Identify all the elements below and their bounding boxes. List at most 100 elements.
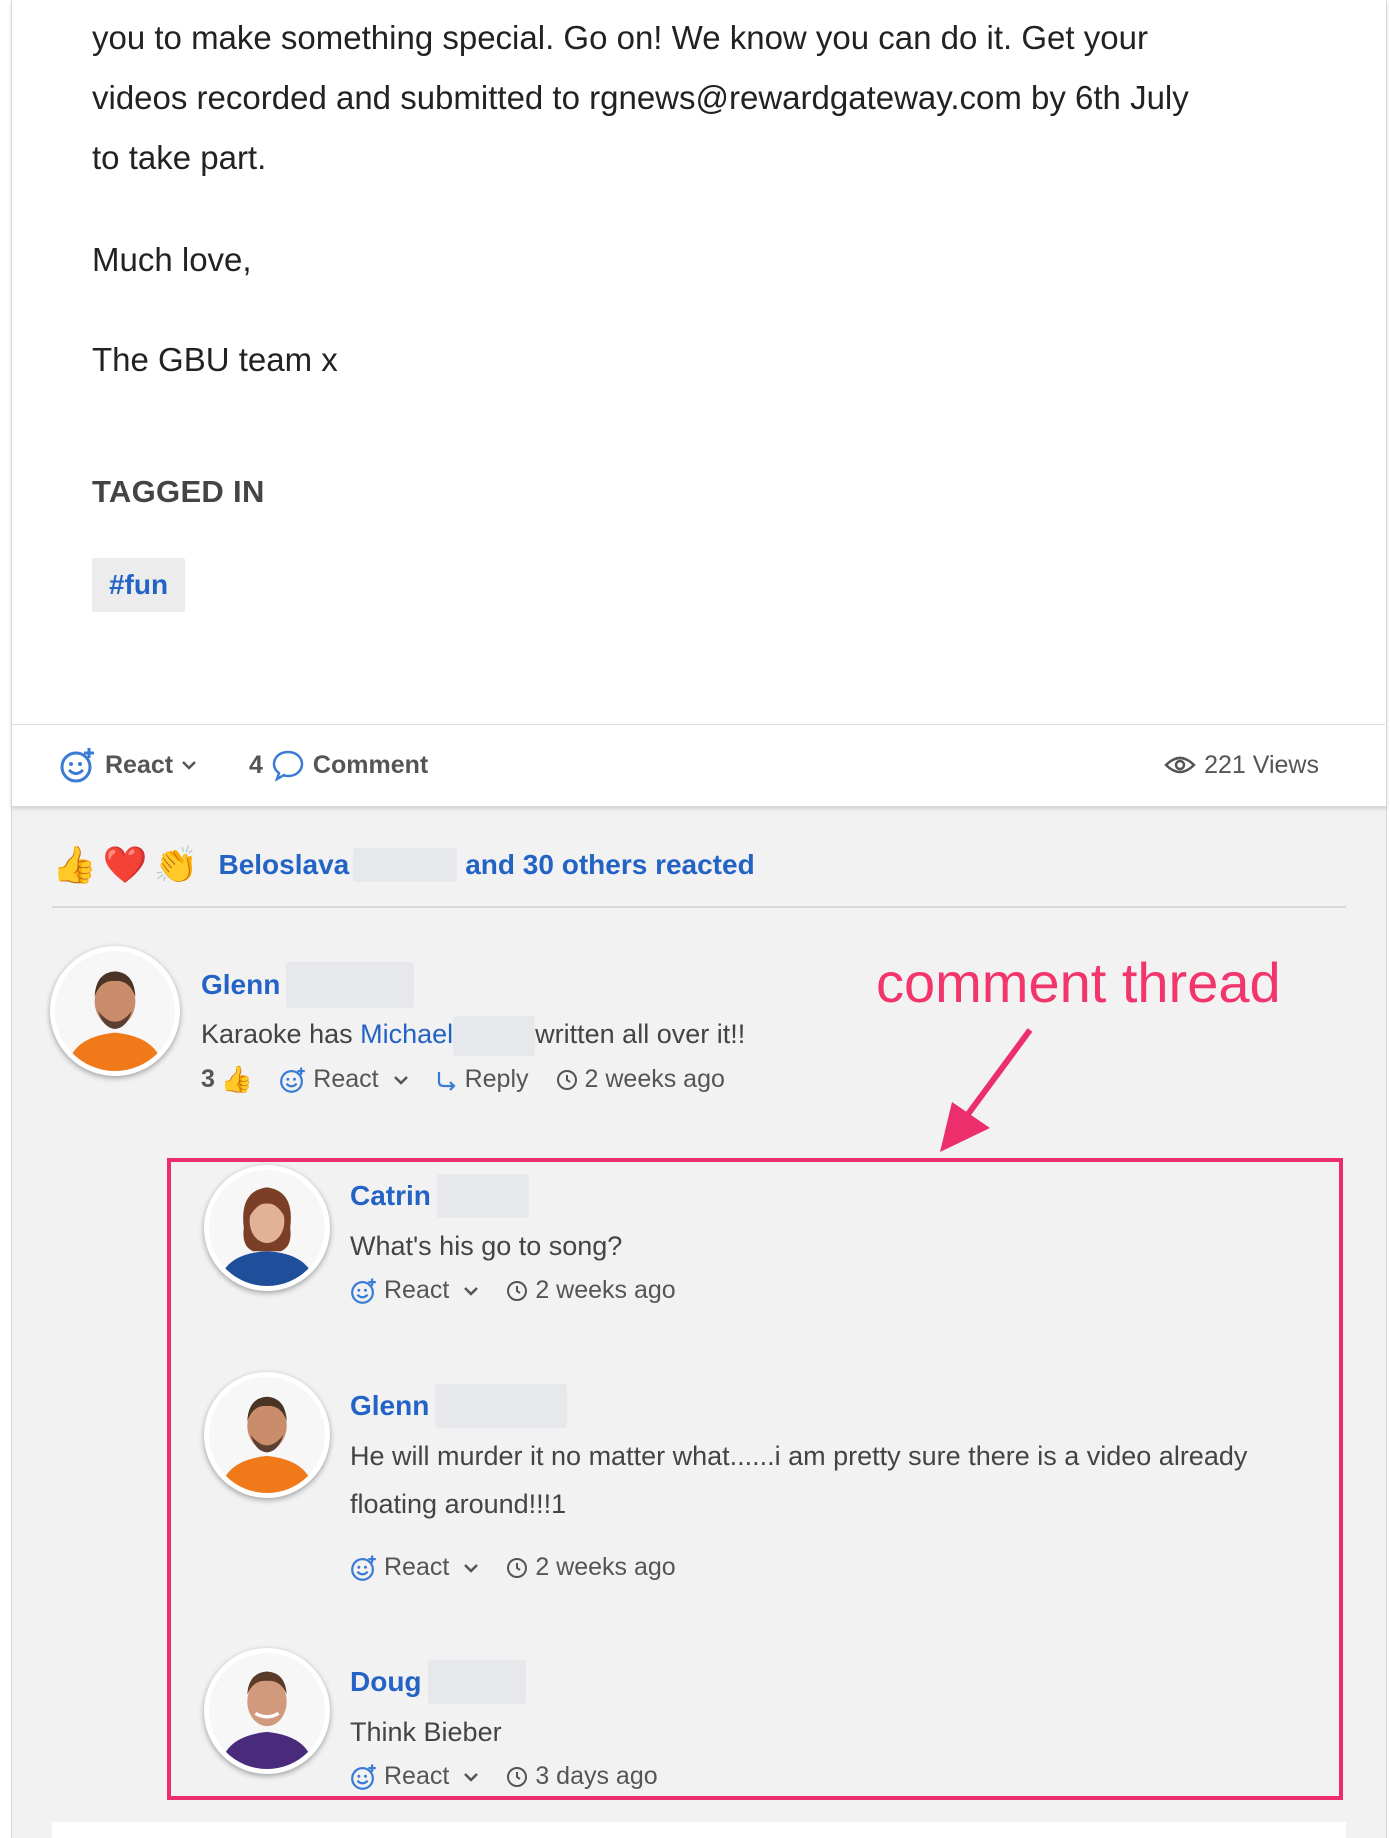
comment-text: Karaoke has Michael written all over it!! (201, 1010, 745, 1058)
post-line: videos recorded and submitted to rgnews@… (92, 79, 1189, 116)
reactions-others-link[interactable]: and 30 others reacted (465, 849, 754, 881)
like-count-value: 3 (201, 1065, 215, 1093)
redacted-surname (453, 1015, 536, 1056)
author-name[interactable]: Glenn (350, 1390, 429, 1422)
reply-button[interactable]: Reply (435, 1065, 529, 1094)
react-label: React (384, 1553, 450, 1581)
comment-text: He will murder it no matter what......i … (350, 1432, 1325, 1528)
avatar[interactable] (204, 1372, 330, 1498)
avatar-photo-blue-shirt (209, 1170, 325, 1286)
thumbs-up-icon: 👍 (52, 844, 97, 885)
comment-react-button[interactable]: React (350, 1762, 479, 1791)
comment-timestamp: 2 weeks ago (505, 1276, 676, 1305)
tag-chip[interactable]: #fun (92, 558, 185, 612)
comment-text-part: Karaoke has (201, 1019, 361, 1049)
redacted-surname (353, 848, 458, 882)
post-line: to take part. (92, 139, 267, 176)
comment-text-line: What's his go to song? (350, 1231, 623, 1261)
post-signoff-team: The GBU team x (92, 341, 338, 378)
comment-bubble-icon (272, 750, 304, 782)
clock-icon (556, 1069, 577, 1090)
post-signoff: Much love, (92, 241, 252, 278)
redacted-surname (436, 1174, 529, 1218)
reaction-summary[interactable]: 👍 ❤️ 👏 Beloslava and 30 others reacted (52, 840, 755, 890)
comment-count: 4 (249, 750, 263, 779)
comment-author[interactable]: Glenn (201, 962, 415, 1008)
comment-text-line: Think Bieber (350, 1717, 502, 1747)
react-label: React (313, 1065, 379, 1093)
comment-react-button[interactable]: React (350, 1276, 479, 1305)
react-smiley-icon (351, 1763, 376, 1790)
reply-label: Reply (464, 1065, 529, 1093)
next-card-edge (52, 1822, 1346, 1838)
react-label: React (384, 1762, 450, 1790)
annotation-label: comment thread (876, 951, 1281, 1014)
comment-label: Comment (312, 750, 429, 779)
comment-meta: 3 👍 React Reply 2 weeks ago (201, 1064, 751, 1095)
comment-text: Think Bieber (350, 1708, 502, 1756)
annotation-arrow-icon (940, 1028, 1033, 1152)
post-body: you to make something special. Go on! We… (92, 8, 1322, 378)
like-count[interactable]: 3 👍 (201, 1064, 253, 1095)
comment-author[interactable]: Doug (350, 1660, 526, 1704)
chevron-down-icon (464, 1772, 479, 1782)
comment-react-button[interactable]: React (350, 1553, 479, 1582)
comment-timestamp: 2 weeks ago (505, 1553, 676, 1582)
comment-meta: React 2 weeks ago (350, 1553, 702, 1582)
mention-link[interactable]: Michael (360, 1019, 453, 1049)
comment-meta: React 2 weeks ago (350, 1276, 702, 1305)
reply-arrow-icon (437, 1071, 456, 1091)
comment-author[interactable]: Glenn (350, 1384, 568, 1428)
react-button[interactable]: React (59, 725, 205, 805)
author-name[interactable]: Catrin (350, 1180, 431, 1212)
chevron-down-icon (393, 1075, 408, 1085)
comment-meta: React 3 days ago (350, 1762, 684, 1791)
comment-text-line: He will murder it no matter what......i … (350, 1441, 1248, 1471)
react-smiley-icon (280, 1066, 306, 1093)
clock-icon (507, 1766, 528, 1787)
post-line: you to make something special. Go on! We… (92, 19, 1148, 56)
comment-timestamp: 2 weeks ago (555, 1065, 725, 1094)
chevron-down-icon (182, 761, 196, 770)
avatar-photo-orange-shirt (209, 1377, 325, 1493)
avatar[interactable] (204, 1165, 330, 1291)
clapping-icon: 👏 (153, 844, 199, 885)
timestamp-label: 3 days ago (535, 1762, 658, 1790)
react-smiley-icon (351, 1554, 376, 1581)
avatar[interactable] (50, 946, 180, 1076)
thumbs-up-icon: 👍 (220, 1064, 254, 1094)
react-label: React (105, 750, 174, 779)
timestamp-label: 2 weeks ago (584, 1065, 725, 1093)
avatar-photo-purple-shirt (209, 1653, 325, 1769)
clock-icon (507, 1557, 528, 1578)
tagged-in-heading: TAGGED IN (92, 474, 265, 509)
redacted-surname (427, 1660, 526, 1704)
views-count: 221 Views (1164, 725, 1319, 805)
clock-icon (507, 1280, 528, 1301)
avatar-photo-orange-shirt (55, 951, 175, 1071)
comment-text: What's his go to song? (350, 1222, 622, 1270)
eye-icon (1164, 756, 1196, 774)
avatar[interactable] (204, 1648, 330, 1774)
react-smiley-icon (60, 748, 94, 783)
comment-react-button[interactable]: React (279, 1065, 408, 1094)
redacted-surname (435, 1384, 568, 1428)
chevron-down-icon (464, 1286, 479, 1296)
timestamp-label: 2 weeks ago (535, 1276, 676, 1304)
react-smiley-icon (351, 1277, 376, 1304)
post-action-bar: React 4 Comment 221 Views (11, 725, 1385, 805)
redacted-surname (286, 962, 415, 1008)
author-name[interactable]: Glenn (201, 969, 280, 1001)
heart-icon: ❤️ (102, 844, 148, 885)
comment-author[interactable]: Catrin (350, 1174, 529, 1218)
timestamp-label: 2 weeks ago (535, 1553, 676, 1581)
reactor-name-link[interactable]: Beloslava (218, 849, 349, 881)
chevron-down-icon (464, 1563, 479, 1573)
views-label: 221 Views (1204, 750, 1319, 779)
divider (52, 906, 1346, 908)
comment-text-line: floating around!!!1 (350, 1489, 567, 1519)
comment-text-part: written all over it!! (535, 1019, 746, 1049)
react-label: React (384, 1276, 450, 1304)
comment-button[interactable]: 4 Comment (249, 725, 428, 805)
author-name[interactable]: Doug (350, 1666, 422, 1698)
